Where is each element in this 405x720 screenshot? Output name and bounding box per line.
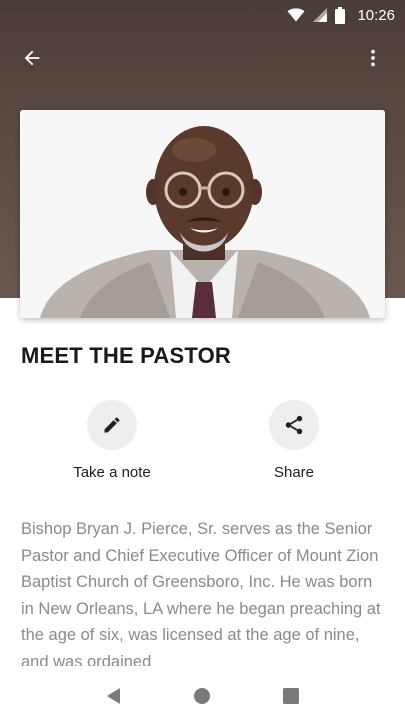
back-triangle-icon (107, 688, 121, 704)
nav-recents-button[interactable] (271, 676, 311, 716)
share-label: Share (273, 464, 315, 481)
status-bar: 10:26 (0, 0, 405, 30)
share-button[interactable]: Share (224, 400, 364, 481)
take-a-note-icon-circle[interactable] (87, 400, 137, 450)
status-time: 10:26 (357, 6, 395, 24)
arrow-back-icon (24, 50, 40, 66)
recents-square-icon (282, 688, 299, 704)
back-button[interactable] (12, 38, 52, 78)
nav-back-button[interactable] (94, 676, 134, 716)
wifi-icon (287, 8, 305, 22)
system-nav-bar (0, 672, 405, 720)
take-a-note-button[interactable]: Take a note (42, 400, 182, 481)
nav-home-button[interactable] (182, 676, 222, 716)
pastor-portrait-illustration (20, 110, 385, 318)
pastor-bio: Bishop Bryan J. Pierce, Sr. serves as th… (21, 520, 381, 666)
more-vert-icon (371, 49, 375, 67)
battery-icon (335, 6, 346, 24)
share-icon (285, 415, 303, 435)
cellular-signal-icon (313, 8, 328, 22)
share-icon-circle[interactable] (269, 400, 319, 450)
take-a-note-label: Take a note (73, 464, 151, 481)
home-circle-icon (194, 688, 211, 704)
pastor-photo (20, 110, 385, 318)
app-bar (0, 30, 405, 86)
more-options-button[interactable] (353, 38, 393, 78)
page-title: MEET THE PASTOR (21, 343, 231, 368)
pencil-icon (104, 417, 120, 433)
